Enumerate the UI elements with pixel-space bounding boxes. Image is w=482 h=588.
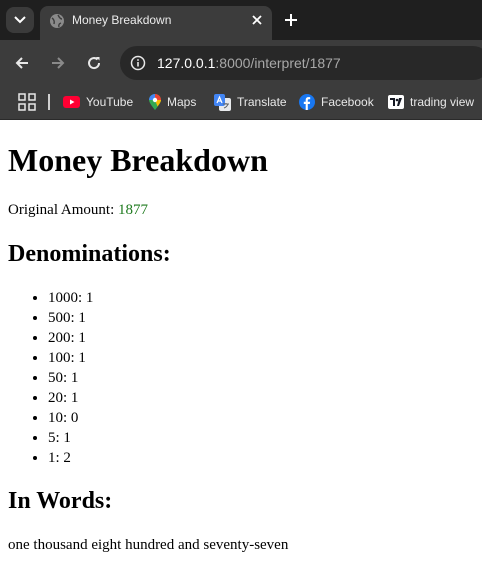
url-path: :8000/interpret/1877 — [215, 55, 341, 71]
address-bar[interactable]: 127.0.0.1:8000/interpret/1877 — [120, 46, 482, 80]
denomination-item: 5: 1 — [48, 428, 93, 448]
bookmark-translate[interactable]: Translate — [214, 92, 287, 112]
bookmark-label: Translate — [237, 95, 287, 109]
bookmark-label: Maps — [167, 95, 197, 109]
tab-strip: Money Breakdown — [0, 0, 482, 40]
denomination-item: 10: 0 — [48, 408, 93, 428]
bookmarks-bar: YouTube Maps Translate Facebook trading … — [0, 86, 482, 120]
info-icon — [130, 55, 146, 71]
page-content: Money Breakdown Original Amount: 1877 De… — [0, 120, 482, 588]
tab-title: Money Breakdown — [72, 13, 172, 27]
apps-grid-icon[interactable] — [18, 93, 36, 111]
denominations-heading: Denominations: — [8, 241, 171, 267]
bookmark-label: trading view — [410, 95, 475, 109]
denomination-item: 1000: 1 — [48, 288, 93, 308]
denomination-item: 1: 2 — [48, 448, 93, 468]
tab-search-button[interactable] — [6, 7, 34, 33]
denomination-item: 20: 1 — [48, 388, 93, 408]
reload-icon — [88, 57, 101, 70]
denomination-item: 50: 1 — [48, 368, 93, 388]
active-tab[interactable]: Money Breakdown — [40, 6, 272, 40]
tradingview-icon — [388, 95, 404, 109]
translate-icon — [214, 93, 231, 111]
bookmark-facebook[interactable]: Facebook — [299, 92, 374, 112]
original-amount-value: 1877 — [118, 202, 148, 218]
bookmarks-separator — [48, 94, 50, 110]
close-tab-button[interactable] — [248, 11, 266, 29]
original-amount: Original Amount: 1877 — [8, 202, 148, 219]
arrow-left-icon — [15, 57, 28, 69]
amount-in-words: one thousand eight hundred and seventy-s… — [8, 537, 289, 553]
maps-pin-icon — [149, 94, 161, 110]
site-info-button[interactable] — [128, 53, 148, 73]
arrow-right-icon — [52, 57, 65, 69]
globe-icon — [50, 14, 64, 28]
new-tab-button[interactable] — [280, 10, 302, 30]
original-amount-label: Original Amount: — [8, 202, 118, 218]
bookmark-trading-view[interactable]: trading view — [388, 92, 474, 112]
reload-button[interactable] — [83, 52, 105, 74]
bookmark-youtube[interactable]: YouTube — [63, 92, 133, 112]
facebook-icon — [299, 94, 315, 110]
bookmark-label: YouTube — [86, 95, 134, 109]
denomination-item: 500: 1 — [48, 308, 93, 328]
youtube-icon — [63, 96, 80, 108]
browser-toolbar: 127.0.0.1:8000/interpret/1877 — [0, 40, 482, 86]
denomination-item: 200: 1 — [48, 328, 93, 348]
back-button[interactable] — [11, 52, 33, 74]
bookmark-label: Facebook — [321, 95, 374, 109]
in-words-heading: In Words: — [8, 488, 113, 514]
url-host: 127.0.0.1 — [157, 55, 216, 71]
denomination-item: 100: 1 — [48, 348, 93, 368]
url-text: 127.0.0.1:8000/interpret/1877 — [157, 55, 341, 71]
forward-button[interactable] — [47, 52, 69, 74]
plus-icon — [285, 14, 297, 26]
bookmark-maps[interactable]: Maps — [149, 92, 196, 112]
denominations-list: 1000: 1 500: 1 200: 1 100: 1 50: 1 20: 1… — [8, 288, 93, 468]
chevron-down-icon — [14, 16, 26, 24]
close-icon — [252, 15, 262, 25]
page-title: Money Breakdown — [8, 142, 268, 178]
